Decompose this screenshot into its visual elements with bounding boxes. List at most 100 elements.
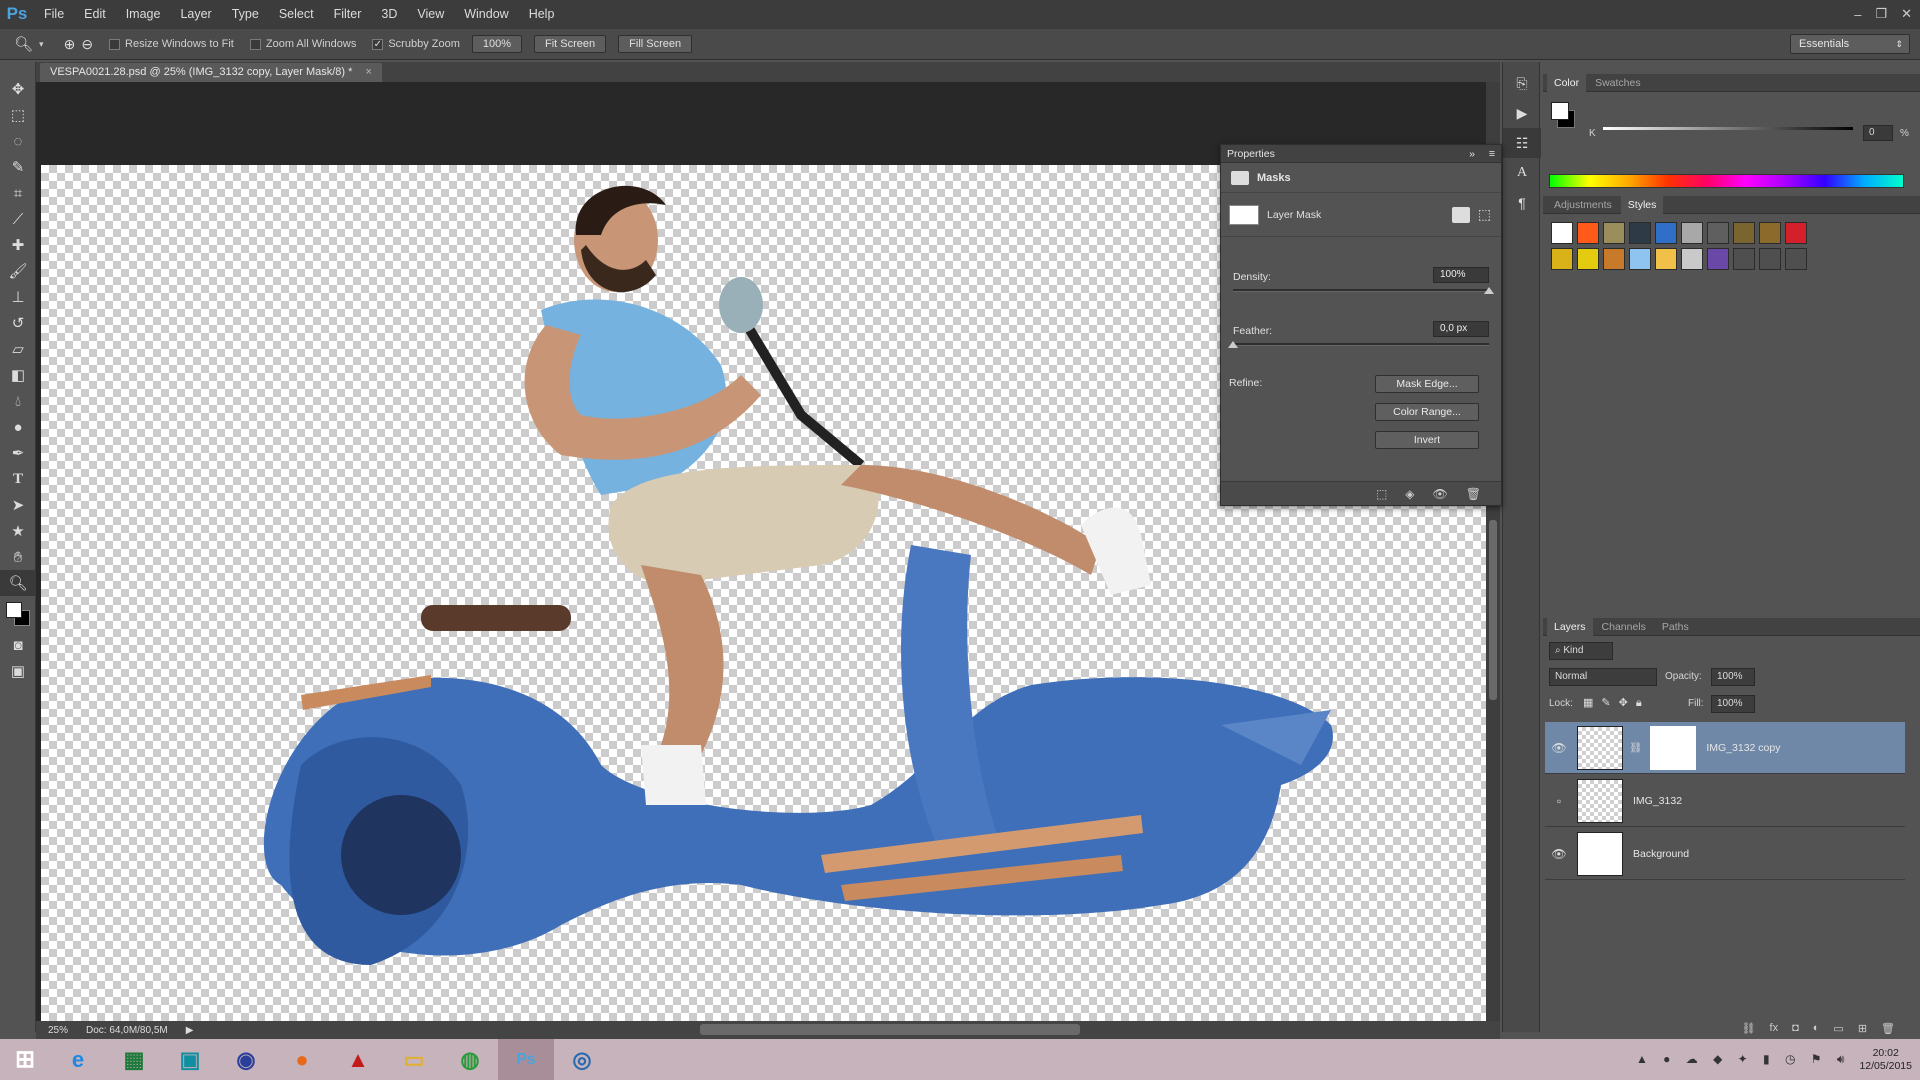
resize-windows-checkbox[interactable]: Resize Windows to Fit — [109, 38, 234, 50]
menu-help[interactable]: Help — [519, 0, 565, 28]
tab-paths[interactable]: Paths — [1655, 618, 1696, 636]
invert-button[interactable]: Invert — [1375, 431, 1479, 449]
acrobat-icon[interactable]: ▲ — [330, 1039, 386, 1080]
pixel-mask-icon[interactable] — [1451, 206, 1470, 223]
style-swatch[interactable] — [1655, 248, 1677, 270]
link-icon[interactable]: ⛓︎ — [1629, 741, 1642, 754]
checkbox-box[interactable] — [249, 38, 261, 50]
start-icon[interactable]: ⊞ — [0, 1039, 50, 1080]
tab-adjustments[interactable]: Adjustments — [1547, 196, 1619, 214]
lasso-tool-icon[interactable]: ◌ — [0, 128, 36, 154]
tab-styles[interactable]: Styles — [1620, 195, 1664, 214]
properties-panel-icon[interactable]: ☷ — [1503, 128, 1541, 158]
link-layers-icon[interactable]: ⛓︎ — [1742, 1022, 1756, 1038]
style-swatch[interactable] — [1551, 222, 1573, 244]
add-mask-icon[interactable]: ◘ — [1792, 1022, 1799, 1038]
move-tool-icon[interactable]: ✥ — [0, 76, 36, 102]
status-arrow-icon[interactable]: ▶ — [186, 1025, 194, 1036]
layer-mask-thumbnail[interactable] — [1650, 725, 1697, 770]
eye-icon[interactable]: 👁︎ — [1545, 847, 1573, 861]
vertical-scroll-thumb[interactable] — [1489, 520, 1497, 700]
layer-thumbnail[interactable] — [1577, 831, 1623, 876]
layer-thumbnail[interactable] — [1577, 725, 1623, 770]
foreground-color-swatch[interactable] — [6, 602, 22, 618]
firefox-icon[interactable]: ● — [274, 1039, 330, 1080]
path-selection-tool-icon[interactable]: ➤ — [0, 492, 36, 518]
scrubby-zoom-checkbox[interactable]: ✓ Scrubby Zoom — [372, 38, 460, 50]
density-slider[interactable] — [1233, 289, 1489, 292]
tray-icons[interactable]: ▲ ● ☁ ◆ ✦ ▮ ◷ ⚑ 🔊︎ — [1636, 1052, 1850, 1067]
style-swatch[interactable] — [1577, 222, 1599, 244]
style-swatch[interactable] — [1629, 248, 1651, 270]
style-swatch[interactable] — [1603, 248, 1625, 270]
visibility-icon[interactable]: 👁︎ — [1433, 487, 1448, 501]
layer-mask-thumbnail[interactable] — [1229, 204, 1259, 225]
tab-channels[interactable]: Channels — [1595, 618, 1653, 636]
quick-selection-tool-icon[interactable]: ✎ — [0, 154, 36, 180]
mask-edge-button[interactable]: Mask Edge... — [1375, 375, 1479, 393]
layer-row[interactable]: 👁︎ Background — [1545, 828, 1905, 880]
style-swatch[interactable] — [1681, 248, 1703, 270]
check-icon[interactable]: ✓ — [372, 38, 384, 50]
style-swatch[interactable] — [1681, 222, 1703, 244]
style-swatch[interactable] — [1785, 222, 1807, 244]
k-slider[interactable] — [1603, 127, 1853, 130]
checkbox-box[interactable] — [109, 38, 121, 50]
menu-3d[interactable]: 3D — [371, 0, 407, 28]
style-swatch[interactable] — [1707, 222, 1729, 244]
menu-edit[interactable]: Edit — [74, 0, 116, 28]
dodge-tool-icon[interactable]: ● — [0, 414, 36, 440]
close-window-button[interactable]: ✕ — [1901, 6, 1912, 22]
internet-explorer-icon[interactable]: e — [50, 1039, 106, 1080]
history-brush-tool-icon[interactable]: ↺ — [0, 310, 36, 336]
zoom-tool-active-icon[interactable]: 🔍︎ — [0, 570, 36, 596]
maps-app-icon[interactable]: ◉ — [218, 1039, 274, 1080]
store-icon[interactable]: ▣ — [162, 1039, 218, 1080]
photoshop-taskbar-icon[interactable]: Ps — [498, 1039, 554, 1080]
density-input[interactable]: 100% — [1433, 267, 1489, 283]
density-slider-handle[interactable] — [1484, 287, 1494, 294]
feather-slider-handle[interactable] — [1228, 341, 1238, 348]
type-tool-icon[interactable]: T — [0, 466, 36, 492]
fx-icon[interactable]: fx — [1770, 1022, 1779, 1038]
healing-brush-tool-icon[interactable]: ✚ — [0, 232, 36, 258]
layer-thumbnail[interactable] — [1577, 778, 1623, 823]
delete-layer-icon[interactable]: 🗑︎ — [1881, 1022, 1895, 1038]
layer-row[interactable]: 👁︎ ⛓︎ IMG_3132 copy — [1545, 722, 1905, 774]
tool-preset-dropdown-icon[interactable]: ▾ — [39, 39, 44, 50]
eraser-tool-icon[interactable]: ▱ — [0, 336, 36, 362]
feather-input[interactable]: 0,0 px — [1433, 321, 1489, 337]
zoom-all-windows-checkbox[interactable]: Zoom All Windows — [249, 38, 356, 50]
close-tab-icon[interactable]: × — [365, 66, 371, 78]
group-icon[interactable]: ▭ — [1833, 1022, 1843, 1038]
style-swatch[interactable] — [1707, 248, 1729, 270]
zoom-level[interactable]: 25% — [48, 1025, 68, 1036]
color-spectrum[interactable] — [1549, 174, 1904, 188]
menu-type[interactable]: Type — [222, 0, 269, 28]
layer-name[interactable]: IMG_3132 — [1633, 795, 1682, 807]
tab-layers[interactable]: Layers — [1547, 617, 1593, 636]
history-panel-icon[interactable]: ⎘ — [1503, 68, 1541, 98]
excel-icon[interactable]: ▦ — [106, 1039, 162, 1080]
blur-tool-icon[interactable]: 💧︎ — [0, 388, 36, 414]
menu-file[interactable]: File — [34, 0, 74, 28]
paint-bucket-tool-icon[interactable]: ◧ — [0, 362, 36, 388]
collapse-icon[interactable]: » — [1469, 145, 1475, 163]
zoom-tool-icon[interactable]: 🔍︎ — [14, 35, 33, 53]
opacity-input[interactable]: 100% — [1711, 668, 1755, 686]
zoom-in-icon[interactable]: ⊕ — [64, 36, 76, 53]
shape-tool-icon[interactable]: ★ — [0, 518, 36, 544]
brush-tool-icon[interactable]: 🖌︎ — [0, 258, 36, 284]
style-swatch[interactable] — [1629, 222, 1651, 244]
menu-layer[interactable]: Layer — [170, 0, 221, 28]
load-selection-icon[interactable]: ⬚ — [1376, 487, 1387, 501]
tab-swatches[interactable]: Swatches — [1588, 74, 1648, 92]
quick-mask-icon[interactable]: ◙ — [0, 632, 36, 658]
style-swatch[interactable] — [1551, 248, 1573, 270]
layer-name[interactable]: Background — [1633, 848, 1689, 860]
eye-icon[interactable]: 👁︎ — [1545, 741, 1573, 755]
style-swatch[interactable] — [1655, 222, 1677, 244]
adjustment-layer-icon[interactable]: ◐ — [1813, 1022, 1820, 1038]
menu-window[interactable]: Window — [454, 0, 518, 28]
character-panel-icon[interactable]: A — [1503, 158, 1541, 188]
